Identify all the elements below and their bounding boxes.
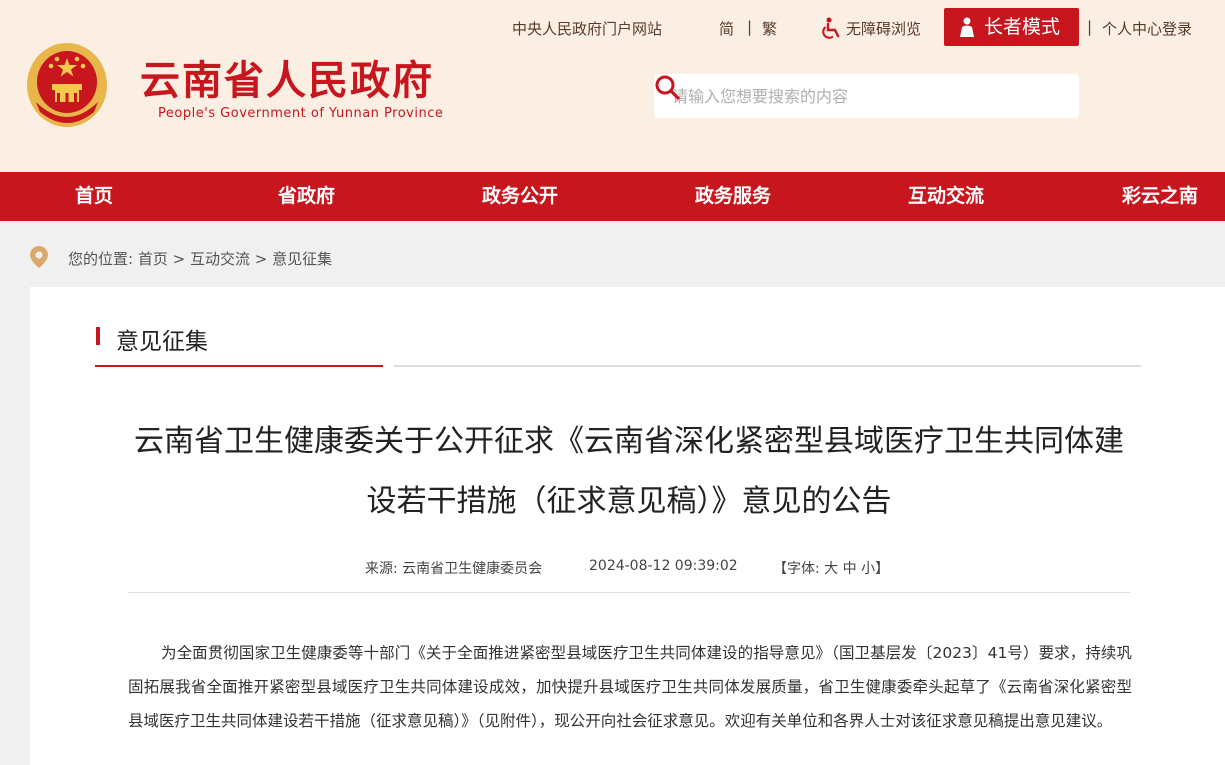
site-title[interactable]: 云南省人民政府 — [140, 56, 434, 106]
breadcrumb-interaction[interactable]: 互动交流 — [190, 250, 250, 268]
accessibility-link[interactable]: 无障碍浏览 — [846, 18, 921, 39]
article-title: 云南省卫生健康委关于公开征求《云南省深化紧密型县域医疗卫生共同体建设若干措施（征… — [134, 424, 1124, 519]
article-datetime: 2024-08-12 09:39:02 — [589, 558, 738, 574]
search-icon[interactable] — [654, 74, 680, 100]
meta-divider — [128, 592, 1130, 593]
section-underline-active — [95, 365, 383, 367]
nav-item-government-services[interactable]: 政务服务 — [695, 172, 771, 221]
section-underline — [394, 365, 1141, 367]
font-size-medium-button[interactable]: 中 — [843, 561, 857, 577]
breadcrumb-current[interactable]: 意见征集 — [272, 250, 332, 268]
elder-mode-label: 长者模式 — [984, 16, 1061, 38]
nav-item-interaction[interactable]: 互动交流 — [908, 172, 984, 221]
nav-item-provincial-government[interactable]: 省政府 — [278, 172, 335, 221]
font-size-label: 【字体: — [773, 561, 820, 577]
breadcrumb-prefix: 您的位置: — [68, 250, 134, 268]
search-box — [654, 74, 1079, 118]
central-portal-link[interactable]: 中央人民政府门户网站 — [512, 18, 662, 39]
traditional-chinese-link[interactable]: 繁 — [762, 18, 777, 39]
breadcrumb-home[interactable]: 首页 — [138, 250, 168, 268]
section-accent-bar — [96, 327, 100, 345]
divider: | — [1087, 18, 1093, 36]
accessibility-icon — [822, 17, 840, 39]
national-emblem-icon — [27, 43, 107, 127]
site-subtitle: People's Government of Yunnan Province — [158, 106, 444, 121]
divider: | — [747, 18, 753, 36]
font-size-close: 】 — [875, 561, 890, 577]
nav-item-government-affairs[interactable]: 政务公开 — [482, 172, 558, 221]
font-size-large-button[interactable]: 大 — [824, 561, 838, 577]
nav-item-colorful-yunnan[interactable]: 彩云之南 — [1122, 172, 1198, 221]
article-body: 为全面贯彻国家卫生健康委等十部门《关于全面推进紧密型县域医疗卫生共同体建设的指导… — [128, 644, 1132, 730]
elder-mode-button[interactable]: 长者模式 — [944, 8, 1079, 46]
source-label: 来源: — [365, 561, 398, 577]
search-input[interactable] — [672, 84, 1012, 108]
nav-item-home[interactable]: 首页 — [75, 172, 113, 221]
location-pin-icon — [30, 246, 48, 268]
elder-person-icon — [960, 17, 974, 37]
main-nav: 首页 省政府 政务公开 政务服务 互动交流 彩云之南 — [0, 172, 1225, 221]
simplified-chinese-link[interactable]: 简 — [719, 18, 734, 39]
user-center-login-link[interactable]: 个人中心登录 — [1102, 18, 1192, 39]
section-title: 意见征集 — [116, 329, 208, 355]
breadcrumb: 您的位置: 首页 > 互动交流 > 意见征集 — [68, 248, 332, 269]
font-size-small-button[interactable]: 小 — [861, 561, 875, 577]
breadcrumb-separator: > — [172, 250, 186, 268]
source-value: 云南省卫生健康委员会 — [402, 561, 543, 577]
breadcrumb-separator: > — [254, 250, 268, 268]
font-size-control: 【字体: 大 中 小】 — [773, 558, 889, 578]
article-source: 来源: 云南省卫生健康委员会 — [365, 558, 542, 578]
